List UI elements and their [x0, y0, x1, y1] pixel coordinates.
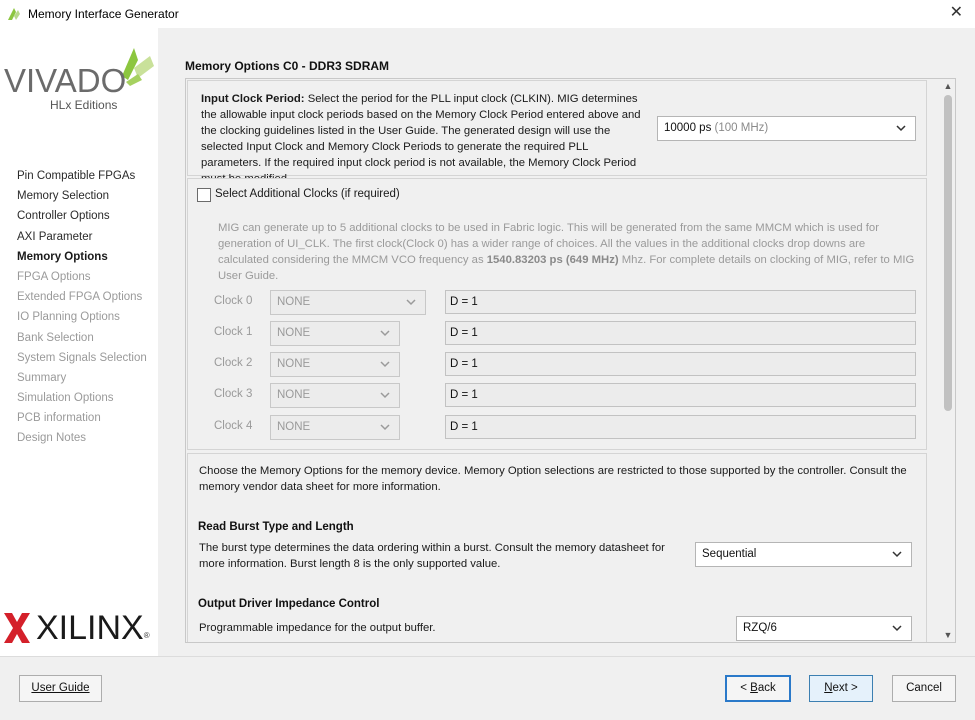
chevron-down-icon — [380, 361, 390, 368]
sidebar-item-pcb-information[interactable]: PCB information — [17, 408, 147, 428]
vivado-app-icon — [8, 8, 20, 20]
additional-clocks-checkbox[interactable] — [197, 188, 211, 202]
close-icon[interactable]: ✕ — [950, 5, 963, 21]
vivado-wordmark: VIVADO — [4, 62, 127, 99]
sidebar-item-simulation-options[interactable]: Simulation Options — [17, 388, 147, 408]
clock-label: Clock 0 — [214, 295, 253, 307]
memory-options-group: Choose the Memory Options for the memory… — [187, 453, 927, 642]
additional-clocks-group: Select Additional Clocks (if required) M… — [187, 178, 927, 450]
next-button[interactable]: Next > — [809, 675, 873, 702]
clock-4-divider-field[interactable]: D = 1 — [445, 415, 916, 439]
read-burst-value: Sequential — [702, 548, 757, 560]
back-mnemonic: B — [750, 682, 758, 694]
input-clock-heading: Input Clock Period: — [201, 93, 305, 105]
title-bar: Memory Interface Generator ✕ — [0, 0, 975, 28]
output-driver-value: RZQ/6 — [743, 622, 777, 634]
user-guide-button[interactable]: User Guide — [19, 675, 102, 702]
scrollbar-thumb[interactable] — [944, 95, 952, 411]
xilinx-mark-icon — [4, 613, 30, 643]
vivado-edition: HLx Editions — [50, 98, 118, 112]
cancel-label: Cancel — [906, 682, 942, 694]
input-clock-value: 10000 ps — [664, 122, 712, 134]
footer: User Guide < Back Next > Cancel — [0, 656, 975, 720]
clock-select-value: NONE — [277, 327, 311, 339]
page-title: Memory Options C0 - DDR3 SDRAM — [185, 59, 390, 73]
memory-options-intro: Choose the Memory Options for the memory… — [199, 465, 907, 493]
scroll-down-icon[interactable]: ▼ — [941, 628, 955, 642]
chevron-down-icon — [892, 625, 902, 632]
clock-2-select[interactable]: NONE — [270, 352, 400, 377]
vertical-scrollbar[interactable]: ▲ ▼ — [941, 79, 955, 642]
input-clock-hint: (100 MHz) — [714, 122, 769, 134]
sidebar: VIVADO HLx Editions Pin Compatible FPGAs… — [0, 28, 158, 656]
chevron-down-icon — [896, 125, 906, 132]
sidebar-item-axi-parameter[interactable]: AXI Parameter — [17, 227, 147, 247]
user-guide-label: User Guide — [31, 682, 90, 694]
clock-1-select[interactable]: NONE — [270, 321, 400, 346]
next-mnemonic: N — [824, 682, 833, 694]
sidebar-item-system-signals-selection[interactable]: System Signals Selection — [17, 348, 147, 368]
sidebar-item-memory-options[interactable]: Memory Options — [17, 247, 147, 267]
back-prefix: < — [740, 682, 751, 694]
chevron-down-icon — [380, 424, 390, 431]
output-driver-select[interactable]: RZQ/6 — [736, 616, 912, 641]
additional-clocks-description: MIG can generate up to 5 additional cloc… — [218, 220, 918, 284]
sidebar-item-memory-selection[interactable]: Memory Selection — [17, 186, 147, 206]
clock-1-divider-field[interactable]: D = 1 — [445, 321, 916, 345]
read-burst-select[interactable]: Sequential — [695, 542, 912, 567]
back-button[interactable]: < Back — [725, 675, 791, 702]
chevron-down-icon — [892, 551, 902, 558]
back-label: ack — [757, 682, 776, 694]
vco-frequency: 1540.83203 ps (649 MHz) — [486, 254, 619, 266]
clock-3-select[interactable]: NONE — [270, 383, 400, 408]
clock-0-divider-field[interactable]: D = 1 — [445, 290, 916, 314]
wizard-steps: Pin Compatible FPGAs Memory Selection Cont… — [17, 166, 147, 449]
sidebar-item-controller-options[interactable]: Controller Options — [17, 206, 147, 226]
window-title: Memory Interface Generator — [28, 7, 179, 21]
clock-label: Clock 4 — [214, 420, 253, 432]
additional-clocks-label[interactable]: Select Additional Clocks (if required) — [215, 188, 400, 200]
xilinx-wordmark: XILINX — [36, 608, 144, 647]
clock-label: Clock 2 — [214, 357, 253, 369]
chevron-down-icon — [380, 330, 390, 337]
clock-select-value: NONE — [277, 296, 311, 308]
read-burst-heading: Read Burst Type and Length — [198, 521, 354, 533]
clock-select-value: NONE — [277, 358, 311, 370]
output-driver-heading: Output Driver Impedance Control — [198, 598, 380, 610]
vivado-logo: VIVADO HLx Editions — [4, 46, 154, 116]
clock-select-value: NONE — [277, 389, 311, 401]
read-burst-description: The burst type determines the data order… — [199, 542, 665, 570]
xilinx-logo: XILINX ® — [4, 608, 150, 648]
sidebar-item-io-planning-options[interactable]: IO Planning Options — [17, 307, 147, 327]
registered-mark: ® — [143, 631, 150, 640]
input-clock-select[interactable]: 10000 ps (100 MHz) — [657, 116, 916, 141]
cancel-button[interactable]: Cancel — [892, 675, 956, 702]
clock-4-select[interactable]: NONE — [270, 415, 400, 440]
sidebar-item-pin-compatible-fpgas[interactable]: Pin Compatible FPGAs — [17, 166, 147, 186]
clock-label: Clock 1 — [214, 326, 253, 338]
sidebar-item-fpga-options[interactable]: FPGA Options — [17, 267, 147, 287]
input-clock-text: Input Clock Period: Select the period fo… — [201, 91, 651, 187]
options-panel: Input Clock Period: Select the period fo… — [185, 78, 956, 643]
sidebar-item-summary[interactable]: Summary — [17, 368, 147, 388]
clock-0-select[interactable]: NONE — [270, 290, 426, 315]
next-label: ext > — [832, 682, 858, 694]
chevron-down-icon — [406, 299, 416, 306]
input-clock-description: Select the period for the PLL input cloc… — [201, 93, 641, 185]
main-content: Memory Options C0 - DDR3 SDRAM Input Clo… — [158, 28, 975, 656]
clock-select-value: NONE — [277, 421, 311, 433]
clock-3-divider-field[interactable]: D = 1 — [445, 383, 916, 407]
clock-2-divider-field[interactable]: D = 1 — [445, 352, 916, 376]
chevron-down-icon — [380, 392, 390, 399]
scroll-up-icon[interactable]: ▲ — [941, 79, 955, 93]
clock-label: Clock 3 — [214, 388, 253, 400]
sidebar-item-design-notes[interactable]: Design Notes — [17, 428, 147, 448]
output-driver-description: Programmable impedance for the output bu… — [199, 622, 436, 634]
input-clock-group: Input Clock Period: Select the period fo… — [187, 80, 927, 185]
sidebar-item-extended-fpga-options[interactable]: Extended FPGA Options — [17, 287, 147, 307]
sidebar-item-bank-selection[interactable]: Bank Selection — [17, 328, 147, 348]
